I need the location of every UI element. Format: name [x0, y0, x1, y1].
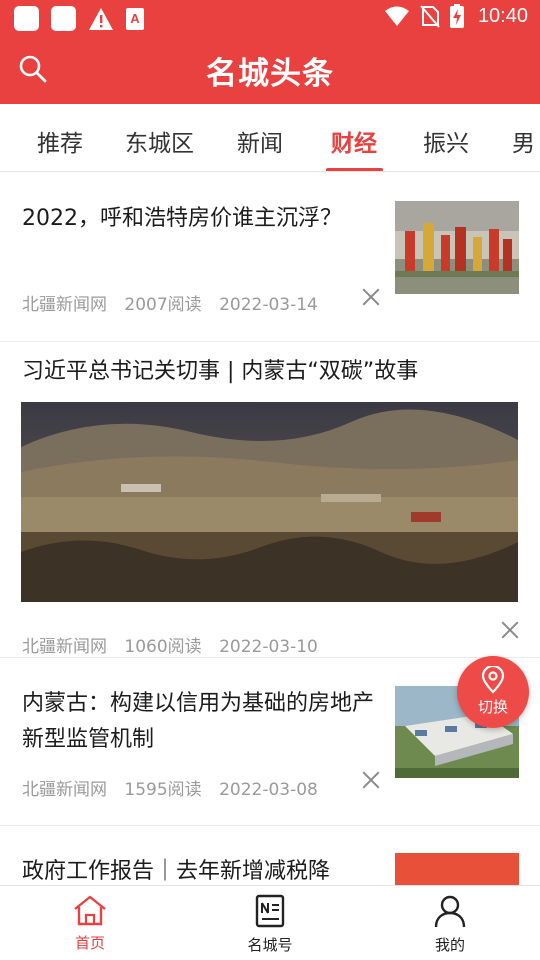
switch-location-button[interactable]: 切换: [457, 656, 529, 728]
article-reads: 2007阅读: [124, 295, 202, 315]
article-thumbnail[interactable]: [395, 201, 519, 294]
article-source: 北疆新闻网: [22, 780, 107, 800]
tab-news[interactable]: 新闻: [237, 124, 283, 158]
article-date: 2022-03-08: [219, 780, 318, 800]
tab-revitalize[interactable]: 振兴: [423, 124, 469, 158]
tab-finance[interactable]: 财经: [331, 124, 377, 158]
wifi-icon: [384, 6, 409, 26]
article-date: 2022-03-10: [219, 637, 318, 657]
article-source: 北疆新闻网: [22, 295, 107, 315]
article-title[interactable]: 内蒙古：构建以信用为基础的房地产新型监管机制: [22, 686, 382, 758]
article-source: 北疆新闻网: [22, 637, 107, 657]
article-title[interactable]: 2022，呼和浩特房价谁主沉浮？: [22, 201, 352, 237]
app-header: A 10:40 名城头条: [0, 0, 540, 104]
category-tabs: 推荐 东城区 新闻 财经 振兴 男: [0, 104, 540, 172]
tab-partial[interactable]: 男: [512, 124, 535, 158]
article-thumbnail[interactable]: [395, 853, 519, 885]
news-feed[interactable]: 2022，呼和浩特房价谁主沉浮？ 北疆新闻网 2007阅读 2022-03-14…: [0, 173, 540, 885]
nav-mingcheng[interactable]: 名城号: [210, 894, 330, 955]
article-meta: 北疆新闻网 1060阅读 2022-03-10: [22, 632, 330, 657]
tab-dongcheng[interactable]: 东城区: [125, 124, 194, 158]
battery-charging-icon: [449, 4, 464, 28]
notification-icon: [51, 6, 76, 31]
article-meta: 北疆新闻网 1595阅读 2022-03-08: [22, 775, 330, 800]
nav-home[interactable]: 首页: [30, 894, 150, 953]
dismiss-icon[interactable]: [362, 288, 380, 306]
tab-recommend[interactable]: 推荐: [37, 124, 83, 158]
status-time: 10:40: [477, 4, 528, 27]
news-item[interactable]: 习近平总书记关切事 | 内蒙古“双碳”故事 北疆新闻网 1060阅读 2022-…: [0, 342, 540, 658]
article-title[interactable]: 习近平总书记关切事 | 内蒙古“双碳”故事: [22, 354, 522, 390]
no-sim-icon: [420, 5, 440, 28]
article-title[interactable]: 政府工作报告｜去年新增减税降: [22, 854, 382, 885]
user-icon: [434, 895, 466, 928]
dismiss-icon[interactable]: [362, 771, 380, 789]
article-reads: 1060阅读: [124, 637, 202, 657]
nav-mine[interactable]: 我的: [390, 894, 510, 955]
article-image[interactable]: [21, 402, 518, 602]
news-doc-icon: [255, 894, 285, 928]
notification-icon: [14, 6, 39, 31]
switch-location-label: 切换: [477, 698, 508, 716]
dismiss-icon[interactable]: [501, 621, 519, 639]
article-date: 2022-03-14: [219, 295, 318, 315]
bottom-nav: 首页 名城号 我的: [0, 885, 540, 960]
news-item[interactable]: 政府工作报告｜去年新增减税降: [0, 826, 540, 885]
news-item[interactable]: 2022，呼和浩特房价谁主沉浮？ 北疆新闻网 2007阅读 2022-03-14: [0, 173, 540, 342]
status-bar: A 10:40: [0, 0, 540, 36]
app-title: 名城头条: [206, 56, 334, 92]
nav-mingcheng-label: 名城号: [247, 936, 293, 954]
warning-icon: [89, 7, 113, 30]
active-tab-indicator: [326, 168, 383, 171]
location-pin-icon: [481, 666, 505, 694]
nav-home-label: 首页: [74, 934, 105, 952]
nav-mine-label: 我的: [434, 936, 465, 954]
app-notification-icon: A: [126, 7, 144, 30]
article-meta: 北疆新闻网 2007阅读 2022-03-14: [22, 290, 330, 315]
article-reads: 1595阅读: [124, 780, 202, 800]
home-icon: [74, 895, 106, 926]
